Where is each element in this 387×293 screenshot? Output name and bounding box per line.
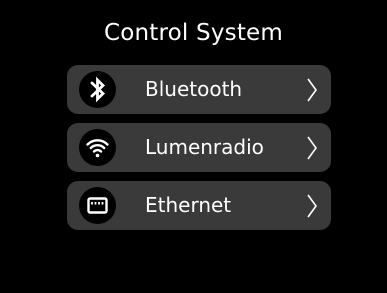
- menu-item-label: Bluetooth: [145, 77, 243, 101]
- menu-item-label: Ethernet: [145, 193, 232, 217]
- screen: Control System Bluetooth Lumenradio Ethe…: [0, 0, 387, 293]
- menu-item-bluetooth[interactable]: Bluetooth: [67, 65, 331, 114]
- bluetooth-icon: [79, 71, 116, 108]
- ethernet-icon: [79, 187, 116, 224]
- wifi-icon: [79, 129, 116, 166]
- chevron-right-icon: [305, 192, 319, 220]
- chevron-right-icon: [305, 76, 319, 104]
- menu-item-ethernet[interactable]: Ethernet: [67, 181, 331, 230]
- menu-item-lumenradio[interactable]: Lumenradio: [67, 123, 331, 172]
- menu-list: Bluetooth Lumenradio Ethernet: [67, 65, 331, 239]
- chevron-right-icon: [305, 134, 319, 162]
- menu-item-label: Lumenradio: [145, 135, 264, 159]
- page-title: Control System: [103, 20, 284, 46]
